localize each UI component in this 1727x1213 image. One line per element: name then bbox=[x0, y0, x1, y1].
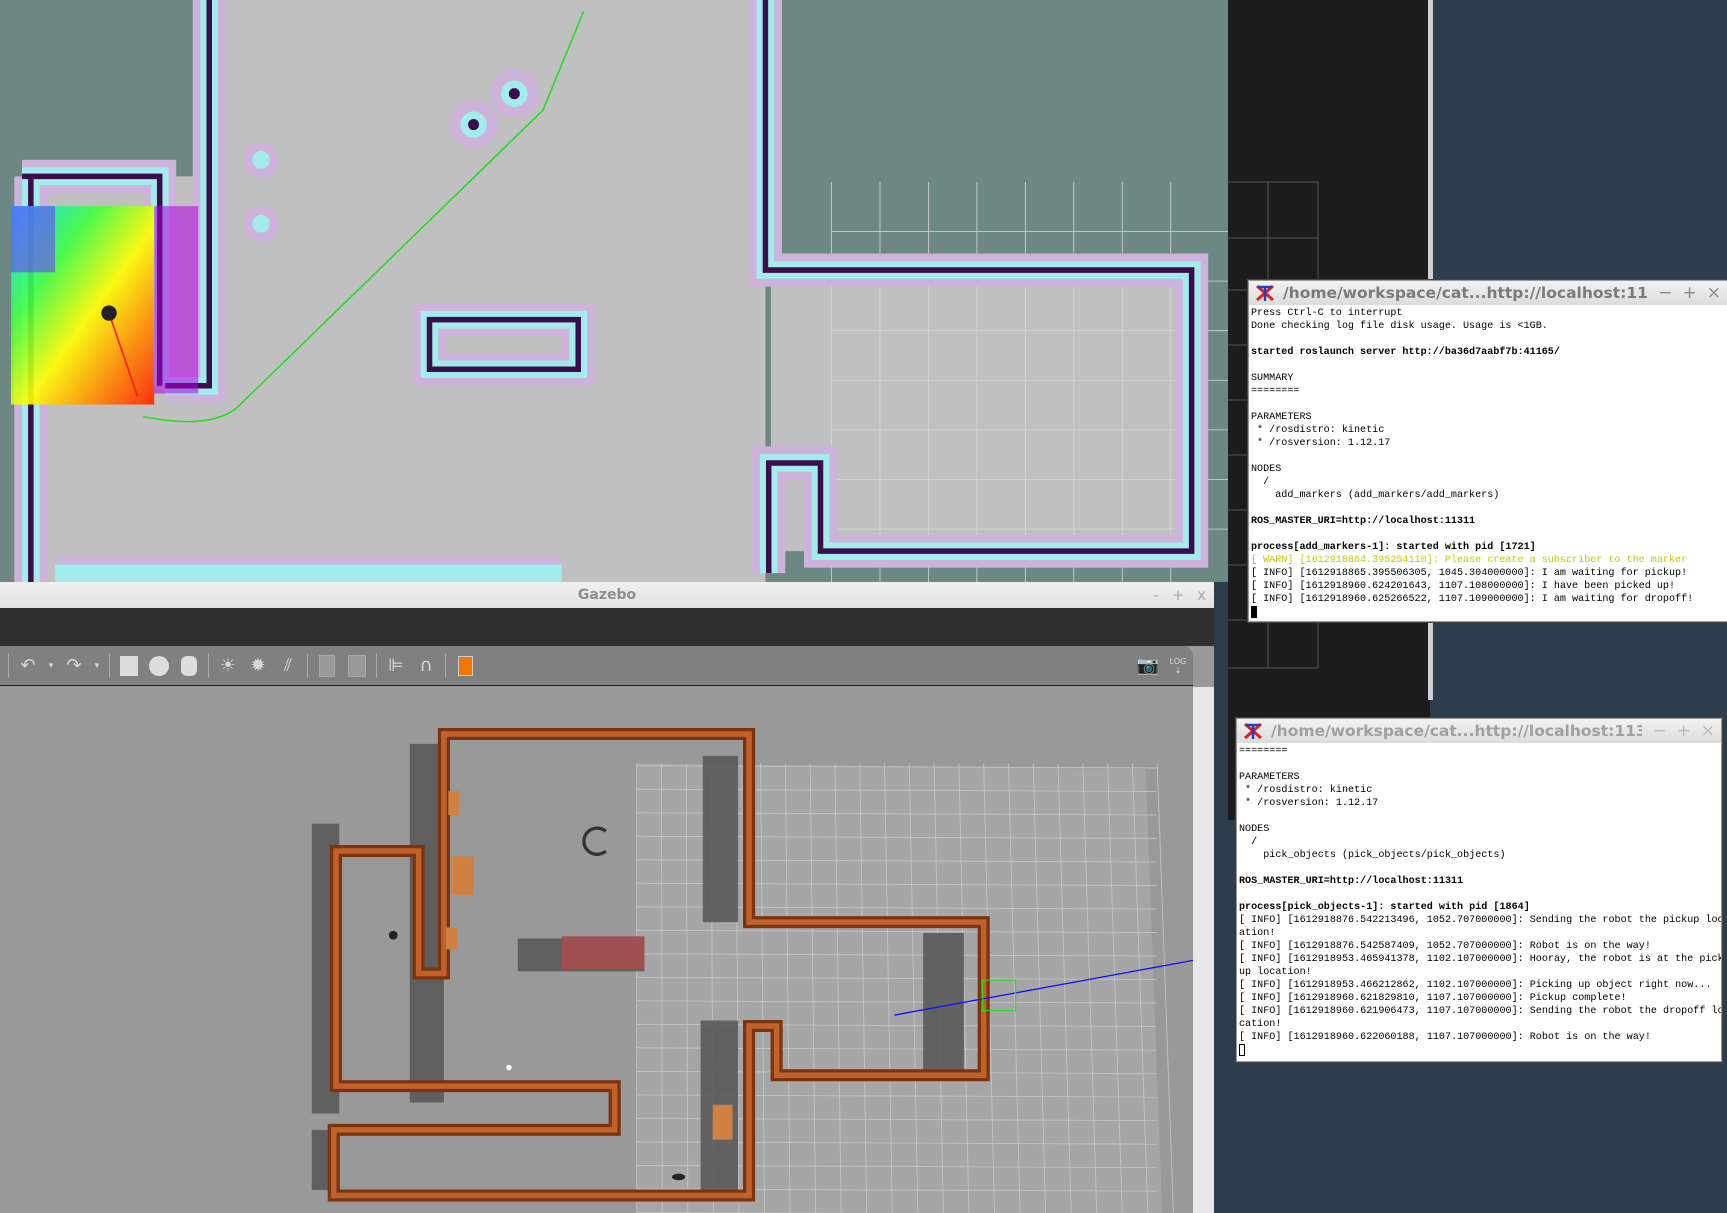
paste-icon[interactable] bbox=[345, 654, 369, 678]
xterm-icon bbox=[1243, 722, 1263, 740]
spot-light-icon[interactable]: ✹ bbox=[246, 654, 270, 678]
terminal-line: [ INFO] [1612918960.622060188, 1107.1070… bbox=[1239, 1032, 1651, 1043]
terminal-line: add_markers (add_markers/add_markers) bbox=[1251, 490, 1500, 501]
terminal-output[interactable]: Press Ctrl-C to interrupt Done checking l… bbox=[1249, 305, 1727, 622]
terminal-line: * /rosdistro: kinetic bbox=[1251, 425, 1385, 436]
terminal-line: NODES bbox=[1239, 824, 1270, 835]
gazebo-toolbar: ↶ ▾ ↷ ▾ ☀ ✹ ⫽ ⊫ ∩ 📷 LOG ↓ bbox=[0, 646, 1193, 686]
gazebo-menubar bbox=[0, 608, 1214, 646]
terminal-line: started roslaunch server http://ba36d7aa… bbox=[1251, 347, 1560, 358]
terminal-line: [ INFO] [1612918876.542213496, 1052.7070… bbox=[1239, 915, 1721, 926]
terminal-line: process[pick_objects-1]: started with pi… bbox=[1239, 902, 1530, 913]
maximize-button[interactable]: + bbox=[1172, 586, 1185, 604]
terminal-line: [ WARN] [1612918864.395254110]: Please c… bbox=[1251, 555, 1688, 566]
redo-dropdown-icon[interactable]: ▾ bbox=[92, 654, 102, 678]
minimize-button[interactable]: - bbox=[1154, 586, 1159, 604]
log-icon[interactable]: LOG ↓ bbox=[1166, 654, 1190, 678]
cylinder-shape-icon[interactable] bbox=[177, 654, 201, 678]
terminal-line: [ INFO] [1612918865.395506305, 1045.3040… bbox=[1251, 568, 1688, 579]
maximize-button[interactable]: + bbox=[1683, 283, 1697, 303]
terminal-line: [ INFO] [1612918960.625266522, 1107.1090… bbox=[1251, 594, 1694, 605]
robot-marker bbox=[101, 305, 117, 321]
terminal-line: cation! bbox=[1239, 1019, 1282, 1030]
terminal-line: Done checking log file disk usage. Usage… bbox=[1251, 321, 1548, 332]
rviz-map-view[interactable] bbox=[0, 0, 1228, 582]
terminal-line: pick_objects (pick_objects/pick_objects) bbox=[1239, 850, 1506, 861]
gazebo-3d-viewport[interactable] bbox=[0, 687, 1193, 1213]
terminal-cursor bbox=[1251, 606, 1257, 618]
gazebo-titlebar[interactable]: Gazebo - + x bbox=[0, 582, 1214, 608]
terminal-title: /home/workspace/cat...http://localhost:1… bbox=[1271, 722, 1643, 740]
terminal-line: ======== bbox=[1251, 386, 1300, 397]
terminal-title: /home/workspace/cat...http://localhost:1… bbox=[1283, 284, 1649, 302]
point-light-icon[interactable]: ☀ bbox=[216, 654, 240, 678]
terminal-line: * /rosversion: 1.12.17 bbox=[1251, 438, 1391, 449]
terminal-line: ROS_MASTER_URI=http://localhost:11311 bbox=[1251, 516, 1476, 527]
close-button[interactable]: × bbox=[1707, 283, 1721, 303]
minimize-button[interactable]: − bbox=[1658, 283, 1672, 303]
gazebo-title: Gazebo bbox=[577, 587, 637, 603]
terminal-line: / bbox=[1239, 837, 1258, 848]
gazebo-window[interactable]: Gazebo - + x ↶ ▾ ↷ ▾ ☀ ✹ ⫽ ⊫ ∩ 📷 LOG ↓ bbox=[0, 582, 1214, 1213]
terminal-titlebar[interactable]: /home/workspace/cat...http://localhost:1… bbox=[1237, 719, 1721, 743]
terminal-line: ======== bbox=[1239, 746, 1288, 757]
terminal-line: process[add_markers-1]: started with pid… bbox=[1251, 542, 1536, 553]
xterm-icon bbox=[1255, 284, 1275, 302]
redo-icon[interactable]: ↷ bbox=[62, 654, 86, 678]
terminal-line: [ INFO] [1612918953.465941378, 1102.1070… bbox=[1239, 954, 1721, 965]
copy-icon[interactable] bbox=[315, 654, 339, 678]
maximize-button[interactable]: + bbox=[1677, 721, 1691, 741]
minimize-button[interactable]: − bbox=[1652, 721, 1666, 741]
terminal-line: [ INFO] [1612918960.621829810, 1107.1070… bbox=[1239, 993, 1627, 1004]
terminal-titlebar[interactable]: /home/workspace/cat...http://localhost:1… bbox=[1249, 281, 1727, 305]
terminal-output[interactable]: ======== PARAMETERS * /rosdistro: kineti… bbox=[1237, 743, 1721, 1060]
align-icon[interactable]: ⊫ bbox=[384, 654, 408, 678]
log-label: LOG bbox=[1169, 656, 1187, 666]
terminal-line: PARAMETERS bbox=[1239, 772, 1300, 783]
terminal-line: ROS_MASTER_URI=http://localhost:11311 bbox=[1239, 876, 1464, 887]
directional-light-icon[interactable]: ⫽ bbox=[276, 654, 300, 678]
terminal-line: [ INFO] [1612918960.624201643, 1107.1080… bbox=[1251, 581, 1676, 592]
terminal-line: NODES bbox=[1251, 464, 1282, 475]
terminal-window-add-markers[interactable]: /home/workspace/cat...http://localhost:1… bbox=[1248, 280, 1727, 622]
terminal-line: * /rosversion: 1.12.17 bbox=[1239, 798, 1379, 809]
terminal-line: PARAMETERS bbox=[1251, 412, 1312, 423]
snap-magnet-icon[interactable]: ∩ bbox=[414, 654, 438, 678]
terminal-line: / bbox=[1251, 477, 1270, 488]
terminal-line: * /rosdistro: kinetic bbox=[1239, 785, 1373, 796]
terminal-line: up location! bbox=[1239, 967, 1312, 978]
box-shape-icon[interactable] bbox=[117, 654, 141, 678]
undo-icon[interactable]: ↶ bbox=[16, 654, 40, 678]
sphere-shape-icon[interactable] bbox=[147, 654, 171, 678]
desktop-background bbox=[1214, 820, 1236, 1213]
terminal-cursor bbox=[1239, 1044, 1245, 1056]
close-button[interactable]: x bbox=[1197, 586, 1206, 604]
terminal-line: [ INFO] [1612918953.466212862, 1102.1070… bbox=[1239, 980, 1712, 991]
view-angle-icon[interactable] bbox=[453, 654, 477, 678]
screenshot-camera-icon[interactable]: 📷 bbox=[1136, 654, 1160, 678]
undo-dropdown-icon[interactable]: ▾ bbox=[46, 654, 56, 678]
terminal-line: ation! bbox=[1239, 928, 1276, 939]
terminal-line: [ INFO] [1612918876.542587409, 1052.7070… bbox=[1239, 941, 1651, 952]
terminal-line: Press Ctrl-C to interrupt bbox=[1251, 308, 1403, 319]
close-button[interactable]: × bbox=[1701, 721, 1715, 741]
terminal-window-pick-objects[interactable]: /home/workspace/cat...http://localhost:1… bbox=[1236, 718, 1722, 1062]
terminal-line: [ INFO] [1612918960.621906473, 1107.1070… bbox=[1239, 1006, 1721, 1017]
terminal-line: SUMMARY bbox=[1251, 373, 1294, 384]
viewport-side-scrollbar[interactable] bbox=[1193, 687, 1214, 1213]
